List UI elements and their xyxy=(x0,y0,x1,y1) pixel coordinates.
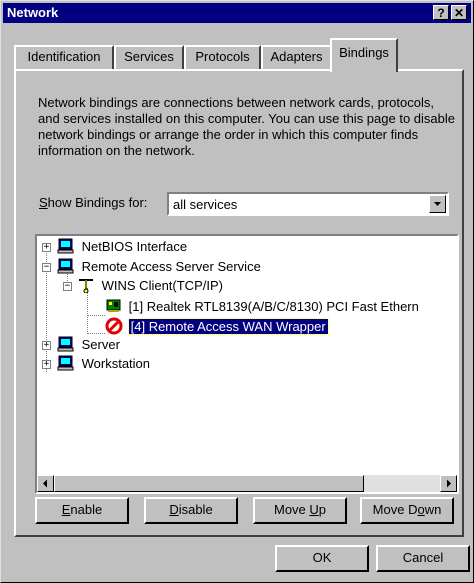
horizontal-scrollbar[interactable] xyxy=(37,475,457,492)
tab-adapters[interactable]: Adapters xyxy=(261,45,332,69)
window-title: Network xyxy=(7,5,59,20)
scroll-right-button[interactable] xyxy=(440,475,457,492)
scrollbar-thumb[interactable] xyxy=(54,475,364,492)
computer-icon xyxy=(57,258,74,274)
show-bindings-dropdown[interactable]: all services xyxy=(167,192,449,216)
tree-item-label: NetBIOS Interface xyxy=(81,239,188,254)
tree-item-label: [1] Realtek RTL8139(A/B/C/8130) PCI Fast… xyxy=(128,299,419,314)
disable-button[interactable]: Disable xyxy=(144,497,238,524)
collapse-toggle[interactable]: − xyxy=(42,263,51,272)
tree-line xyxy=(87,333,105,334)
tree-item-workstation[interactable]: Workstation xyxy=(57,355,150,373)
tree-item-label: WINS Client(TCP/IP) xyxy=(101,278,223,293)
move-up-button[interactable]: Move Up xyxy=(253,497,347,524)
tree-item-label: [4] Remote Access WAN Wrapper xyxy=(127,318,329,335)
computer-icon xyxy=(57,238,74,254)
tree-item-label: Server xyxy=(81,337,120,352)
collapse-toggle[interactable]: − xyxy=(63,282,72,291)
enable-button[interactable]: Enable xyxy=(35,497,129,524)
disabled-icon xyxy=(105,317,123,335)
expand-toggle[interactable]: + xyxy=(42,243,51,252)
tab-services[interactable]: Services xyxy=(114,45,184,69)
ok-button[interactable]: OK xyxy=(275,545,369,572)
tree-line xyxy=(87,315,105,316)
close-button[interactable]: ✕ xyxy=(451,5,467,20)
show-bindings-value: all services xyxy=(173,197,238,212)
bindings-tree[interactable]: + NetBIOS Interface − Remote Access Serv… xyxy=(35,234,459,494)
tree-item-realtek-adapter[interactable]: [1] Realtek RTL8139(A/B/C/8130) PCI Fast… xyxy=(105,298,419,316)
tree-item-wan-wrapper[interactable]: [4] Remote Access WAN Wrapper xyxy=(105,317,329,335)
protocol-icon xyxy=(79,279,93,294)
show-bindings-label: Show Bindings for: xyxy=(39,195,148,210)
computer-icon xyxy=(57,355,74,371)
expand-toggle[interactable]: + xyxy=(42,360,51,369)
tree-item-label: Remote Access Server Service xyxy=(81,259,261,274)
tab-bindings[interactable]: Bindings xyxy=(330,38,398,72)
tree-item-remote-access-server[interactable]: Remote Access Server Service xyxy=(57,258,261,276)
tab-identification[interactable]: Identification xyxy=(14,45,114,69)
help-button[interactable]: ? xyxy=(433,5,449,20)
arrow-left-icon xyxy=(43,479,47,488)
tree-item-wins-client[interactable]: WINS Client(TCP/IP) xyxy=(77,277,223,295)
network-card-icon xyxy=(106,299,121,312)
dropdown-arrow-button[interactable] xyxy=(429,195,446,213)
tab-protocols[interactable]: Protocols xyxy=(184,45,261,69)
cancel-button[interactable]: Cancel xyxy=(376,545,470,572)
move-down-button[interactable]: Move Down xyxy=(360,497,454,524)
expand-toggle[interactable]: + xyxy=(42,341,51,350)
chevron-down-icon xyxy=(434,202,441,206)
tree-item-label: Workstation xyxy=(81,356,151,371)
arrow-right-icon xyxy=(447,479,451,488)
tree-item-netbios[interactable]: NetBIOS Interface xyxy=(57,238,187,256)
scroll-left-button[interactable] xyxy=(37,475,54,492)
title-bar[interactable]: Network ? ✕ xyxy=(3,3,471,23)
network-dialog: Network ? ✕ Identification Services Prot… xyxy=(0,0,474,583)
computer-icon xyxy=(57,336,74,352)
bindings-description: Network bindings are connections between… xyxy=(38,95,455,158)
tree-item-server[interactable]: Server xyxy=(57,336,120,354)
